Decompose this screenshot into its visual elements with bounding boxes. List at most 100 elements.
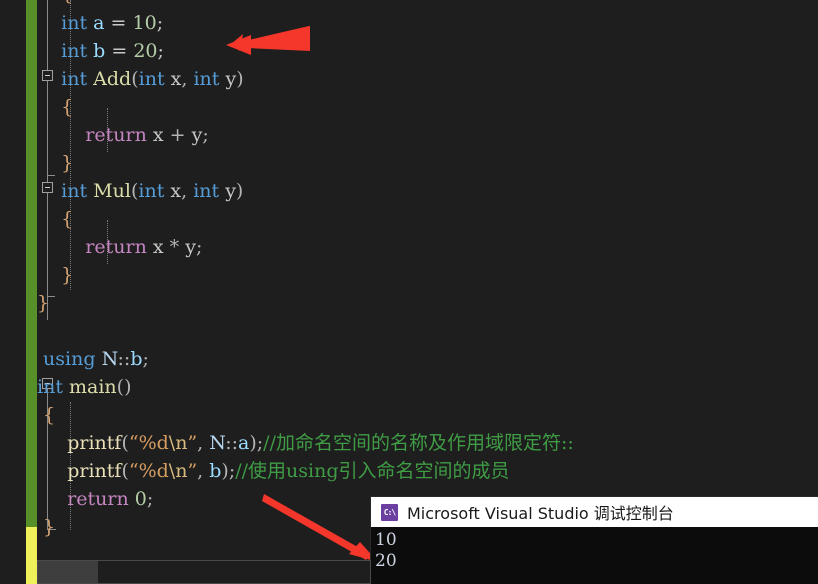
code-token: b	[209, 460, 222, 482]
code-token: {	[37, 404, 56, 426]
code-token: +	[163, 124, 192, 146]
code-token: ,	[197, 432, 210, 454]
code-token: )	[235, 180, 244, 202]
code-token: 20	[133, 40, 158, 62]
code-line[interactable]: {	[37, 205, 73, 234]
code-token: y	[225, 68, 237, 90]
code-token: return	[67, 488, 129, 510]
code-token: }	[37, 292, 50, 314]
code-token: x	[170, 68, 182, 90]
code-token: N	[101, 348, 118, 370]
code-token: \n	[168, 460, 188, 482]
code-line[interactable]: }	[37, 149, 73, 178]
code-token: int	[61, 40, 88, 62]
code-line[interactable]: {	[37, 0, 73, 9]
code-token: int	[138, 180, 165, 202]
code-token: *	[163, 236, 186, 258]
code-token: x	[152, 124, 164, 146]
code-token: main	[69, 376, 117, 398]
console-output-area[interactable]: 10 20	[371, 527, 818, 572]
code-token: {	[37, 96, 74, 118]
console-window-title: Microsoft Visual Studio 调试控制台	[407, 504, 674, 523]
code-line[interactable]: int b = 20;	[37, 37, 164, 66]
code-token: x	[170, 180, 182, 202]
code-token: ;	[202, 124, 209, 146]
code-token: //使用using引入命名空间的成员	[235, 460, 510, 482]
code-token: int	[193, 68, 220, 90]
code-line[interactable]: int a = 10;	[37, 9, 163, 38]
console-title-bar[interactable]: C:\ Microsoft Visual Studio 调试控制台	[371, 497, 818, 527]
code-token: Add	[93, 68, 132, 90]
code-token: int	[138, 68, 165, 90]
code-line[interactable]: int main()	[37, 373, 132, 402]
code-token: ;	[146, 488, 154, 510]
code-line[interactable]: {	[37, 401, 55, 430]
code-token: {	[37, 0, 73, 5]
code-line[interactable]: {	[37, 93, 73, 122]
code-token: ;	[142, 348, 149, 370]
code-token: }	[37, 264, 74, 286]
code-token: {	[37, 208, 74, 230]
code-token: ,	[181, 180, 194, 202]
code-token: )	[236, 68, 244, 90]
code-token: printf	[67, 460, 122, 482]
code-line[interactable]: }	[37, 289, 49, 318]
code-token: (	[121, 460, 129, 482]
code-token: N	[209, 432, 226, 454]
code-token: ”	[187, 432, 198, 454]
code-token: }	[37, 152, 74, 174]
code-token: ,	[181, 68, 194, 90]
code-token: ::	[117, 348, 131, 370]
horizontal-scrollbar-thumb[interactable]	[38, 561, 98, 583]
code-token: \n	[168, 432, 188, 454]
code-line[interactable]: return x * y;	[37, 233, 202, 262]
code-token: 0	[134, 488, 147, 510]
console-output-line: 20	[375, 551, 397, 571]
saved-changes-marker	[26, 0, 37, 527]
code-line[interactable]: using N::b;	[37, 345, 149, 374]
code-line[interactable]: }	[37, 261, 73, 290]
horizontal-scrollbar[interactable]	[37, 560, 371, 584]
code-token: //加命名空间的名称及作用域限定符::	[263, 432, 574, 454]
code-token: ,	[197, 460, 210, 482]
console-window[interactable]: C:\ Microsoft Visual Studio 调试控制台 10 20	[371, 497, 818, 584]
code-line[interactable]: return x + y;	[37, 121, 209, 150]
editor-gutter	[0, 0, 26, 584]
code-token: b	[130, 348, 143, 370]
code-token: );	[221, 460, 236, 482]
code-token: x	[152, 236, 164, 258]
code-token: return	[85, 124, 147, 146]
code-token: using	[43, 348, 96, 370]
code-token: ;	[156, 12, 164, 34]
code-token: int	[37, 376, 63, 398]
code-line[interactable]: return 0;	[37, 485, 153, 514]
code-token: ()	[116, 376, 132, 398]
code-line[interactable]: int Add(int x, int y)	[37, 65, 244, 94]
code-token: y	[225, 180, 236, 202]
console-output-line: 10	[375, 530, 397, 550]
code-token: return	[85, 236, 147, 258]
code-token: y	[191, 124, 203, 146]
code-token: int	[61, 180, 88, 202]
code-token: int	[193, 180, 220, 202]
console-icon-label: C:\	[383, 507, 396, 517]
code-token: a	[238, 432, 250, 454]
code-token: (	[131, 68, 139, 90]
code-token: y	[185, 236, 196, 258]
code-token: }	[37, 516, 56, 538]
screenshot-root: { int a = 10; int b = 20; int Add(int x,…	[0, 0, 818, 584]
code-token: int	[61, 12, 88, 34]
code-line[interactable]: printf(“%d\n”, N::a);//加命名空间的名称及作用域限定符::	[37, 429, 574, 458]
code-line[interactable]: int Mul(int x, int y)	[37, 177, 243, 206]
code-line[interactable]: }	[37, 513, 55, 542]
code-line[interactable]: printf(“%d\n”, b);//使用using引入命名空间的成员	[37, 457, 510, 486]
code-token: (	[121, 432, 129, 454]
code-token: ::	[225, 432, 239, 454]
